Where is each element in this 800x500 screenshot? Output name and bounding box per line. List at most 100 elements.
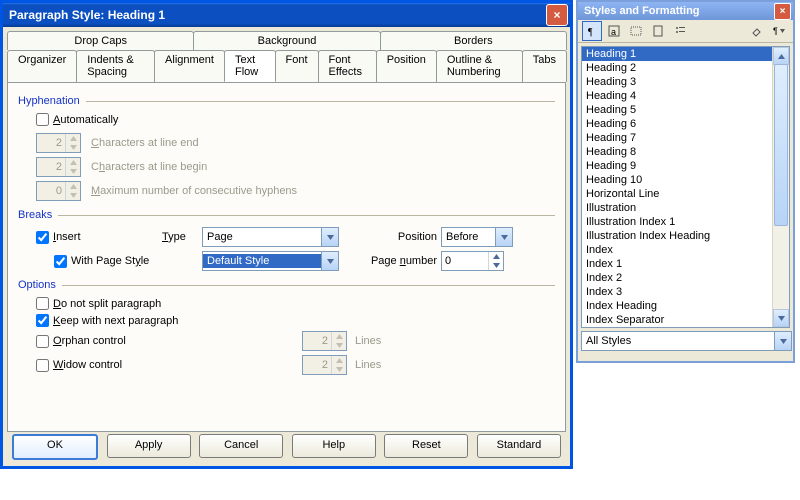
style-item[interactable]: Illustration	[582, 201, 773, 215]
tab-text-flow[interactable]: Text Flow	[224, 50, 276, 82]
widow-control-checkbox[interactable]: Widow control	[36, 359, 296, 372]
dialog-titlebar[interactable]: Paragraph Style: Heading 1 ×	[3, 3, 570, 27]
cancel-button[interactable]: Cancel	[199, 434, 283, 458]
ok-button[interactable]: OK	[12, 434, 98, 460]
svg-text:¶: ¶	[588, 27, 593, 37]
page-number-spinner[interactable]: 0	[441, 251, 504, 271]
style-item[interactable]: Illustration Index Heading	[582, 229, 773, 243]
style-item[interactable]: Heading 7	[582, 131, 773, 145]
type-label: Type	[162, 231, 202, 243]
style-item[interactable]: Index 2	[582, 271, 773, 285]
style-item[interactable]: Illustration Index 1	[582, 215, 773, 229]
chevron-down-icon[interactable]	[321, 252, 338, 270]
button-bar: OK Apply Cancel Help Reset Standard	[6, 434, 567, 460]
tab-alignment[interactable]: Alignment	[154, 50, 225, 82]
style-item[interactable]: Heading 3	[582, 75, 773, 89]
with-page-style-checkbox[interactable]: With Page Style	[54, 255, 214, 268]
scroll-thumb[interactable]	[774, 64, 788, 226]
chevron-down-icon[interactable]	[321, 228, 338, 246]
close-icon[interactable]: ×	[774, 3, 791, 20]
type-combo[interactable]: Page	[202, 227, 339, 247]
position-combo[interactable]: Before	[441, 227, 513, 247]
paragraph-style-dialog: Paragraph Style: Heading 1 × Drop CapsBa…	[0, 0, 573, 469]
position-label: Position	[389, 231, 441, 243]
styles-list[interactable]: Heading 1Heading 2Heading 3Heading 4Head…	[581, 46, 790, 328]
style-filter: All Styles	[581, 331, 790, 351]
style-item[interactable]: Horizontal Line	[582, 187, 773, 201]
new-style-dropdown-icon[interactable]: ¶	[769, 21, 789, 41]
style-item[interactable]: Heading 2	[582, 61, 773, 75]
tab-drop-caps[interactable]: Drop Caps	[7, 31, 194, 50]
fill-format-mode-icon[interactable]	[747, 21, 767, 41]
breaks-legend: Breaks	[18, 209, 52, 221]
tab-tabs[interactable]: Tabs	[522, 50, 567, 82]
group-breaks: Breaks Insert Type Page Position B	[18, 209, 555, 271]
help-button[interactable]: Help	[292, 434, 376, 458]
insert-checkbox[interactable]: Insert	[36, 231, 156, 244]
style-item[interactable]: Heading 1	[582, 47, 773, 61]
style-item[interactable]: Index Separator	[582, 313, 773, 327]
page-styles-icon[interactable]	[648, 21, 668, 41]
chars-end-spinner: 2	[36, 133, 81, 153]
tab-background[interactable]: Background	[193, 31, 380, 50]
automatically-checkbox[interactable]: AAutomaticallyutomatically	[36, 113, 118, 126]
automatically-label-rest: utomatically	[60, 114, 118, 126]
tab-position[interactable]: Position	[376, 50, 437, 82]
no-split-checkbox[interactable]: Do not split paragraph	[36, 297, 161, 310]
orphan-lines-label: Lines	[355, 335, 381, 347]
tab-row-top: Drop CapsBackgroundBorders	[7, 31, 566, 50]
page-number-label: Page number	[357, 255, 441, 267]
list-styles-icon[interactable]	[670, 21, 690, 41]
tab-panel-textflow: Hyphenation AAutomaticallyutomatically 2…	[7, 82, 566, 432]
spinner-up-icon[interactable]	[489, 252, 503, 261]
options-legend: Options	[18, 279, 56, 291]
apply-button[interactable]: Apply	[107, 434, 191, 458]
style-item[interactable]: Index 3	[582, 285, 773, 299]
spinner-down-icon	[66, 143, 80, 152]
scroll-up-icon[interactable]	[773, 47, 789, 65]
orphan-control-checkbox[interactable]: Orphan control	[36, 335, 296, 348]
spinner-down-icon[interactable]	[489, 261, 503, 270]
style-item[interactable]: Heading 10	[582, 173, 773, 187]
scroll-down-icon[interactable]	[773, 309, 789, 327]
chevron-down-icon[interactable]	[774, 332, 791, 350]
tab-font-effects[interactable]: Font Effects	[318, 50, 377, 82]
tab-font[interactable]: Font	[275, 50, 319, 82]
paragraph-styles-icon[interactable]: ¶	[582, 21, 602, 41]
panel-toolbar: ¶ a ¶	[578, 20, 793, 43]
style-item[interactable]: Index 1	[582, 257, 773, 271]
page-style-combo[interactable]: Default Style	[202, 251, 339, 271]
style-filter-combo[interactable]: All Styles	[581, 331, 792, 351]
style-item[interactable]: Heading 8	[582, 145, 773, 159]
spinner-up-icon	[66, 134, 80, 143]
widow-lines-spinner: 2	[302, 355, 347, 375]
reset-button[interactable]: Reset	[384, 434, 468, 458]
keep-with-next-checkbox[interactable]: Keep with next paragraph	[36, 314, 178, 327]
frame-styles-icon[interactable]	[626, 21, 646, 41]
widow-lines-label: Lines	[355, 359, 381, 371]
panel-titlebar[interactable]: Styles and Formatting ×	[578, 2, 793, 20]
style-item[interactable]: Heading 9	[582, 159, 773, 173]
tab-borders[interactable]: Borders	[380, 31, 567, 50]
character-styles-icon[interactable]: a	[604, 21, 624, 41]
style-item[interactable]: Heading 6	[582, 117, 773, 131]
hyphenation-legend: Hyphenation	[18, 95, 80, 107]
panel-title: Styles and Formatting	[584, 5, 700, 17]
style-item[interactable]: Index Heading	[582, 299, 773, 313]
scrollbar[interactable]	[772, 47, 789, 327]
tab-row-bottom: OrganizerIndents & SpacingAlignmentText …	[7, 50, 566, 82]
svg-text:¶: ¶	[773, 26, 778, 36]
tab-outline-numbering[interactable]: Outline & Numbering	[436, 50, 523, 82]
standard-button[interactable]: Standard	[477, 434, 561, 458]
tab-indents-spacing[interactable]: Indents & Spacing	[76, 50, 155, 82]
style-item[interactable]: Heading 4	[582, 89, 773, 103]
chevron-down-icon[interactable]	[495, 228, 512, 246]
max-hyphens-spinner: 0	[36, 181, 81, 201]
svg-text:a: a	[611, 27, 616, 37]
style-item[interactable]: Heading 5	[582, 103, 773, 117]
tab-organizer[interactable]: Organizer	[7, 50, 77, 82]
group-options: Options Do not split paragraph Keep with…	[18, 279, 555, 375]
close-icon[interactable]: ×	[546, 4, 568, 26]
style-item[interactable]: Index	[582, 243, 773, 257]
styles-formatting-panel: Styles and Formatting × ¶ a ¶ Heading 1H…	[576, 0, 795, 363]
